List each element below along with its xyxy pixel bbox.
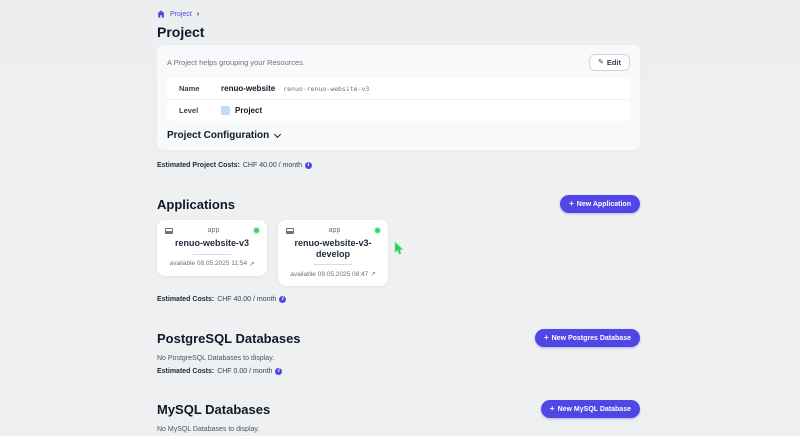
new-postgres-label: New Postgres Database [552,335,631,342]
app-window-icon [286,228,294,234]
project-costs-line: Estimated Project Costs: CHF 40.00 / mon… [157,162,640,169]
postgres-title: PostgreSQL Databases [157,331,301,346]
home-icon[interactable] [157,10,165,18]
edit-button-label: Edit [607,58,621,67]
edit-button[interactable]: ✎ Edit [589,54,630,71]
project-description: A Project helps grouping your Resources. [167,54,305,67]
mysql-title: MySQL Databases [157,402,270,417]
application-cards: app renuo-website-v3 available 08.05.202… [157,220,640,286]
new-postgres-database-button[interactable]: + New Postgres Database [535,329,640,347]
plus-icon: + [544,334,549,342]
page-title: Project [157,24,640,40]
project-name-value: renuo-website [221,84,275,93]
project-costs-label: Estimated Project Costs: [157,162,240,169]
divider [314,264,352,265]
app-available-text: available 09.05.2025 08:47 [290,271,368,278]
applications-costs-value: CHF 40.00 / month [217,296,276,303]
divider [193,254,231,255]
postgres-costs-label: Estimated Costs: [157,368,214,375]
mysql-empty-message: No MySQL Databases to display. [157,426,640,433]
info-icon[interactable]: i [275,368,282,375]
applications-costs-label: Estimated Costs: [157,296,214,303]
chevron-right-icon: › [197,10,200,18]
applications-header: Applications + New Application [157,195,640,213]
attribute-label: Name [179,84,221,93]
applications-title: Applications [157,197,235,212]
project-configuration-toggle[interactable]: Project Configuration [167,130,630,141]
app-available-text: available 08.05.2025 11:54 [169,260,247,267]
main-content: Project › Project A Project helps groupi… [157,0,640,433]
postgres-costs-line: Estimated Costs: CHF 0.00 / month i [157,368,640,375]
plus-icon: + [569,200,574,208]
app-card-renuo-website-v3-develop[interactable]: app renuo-website-v3-develop available 0… [278,220,388,286]
app-type-label: app [329,227,341,234]
app-name: renuo-website-v3-develop [286,238,380,259]
plus-icon: + [550,405,555,413]
project-internal-name: renuo-renuo-website-v3 [283,85,369,93]
attribute-label: Level [179,106,221,115]
postgres-empty-message: No PostgreSQL Databases to display. [157,355,640,362]
status-online-icon [254,228,259,233]
project-card: A Project helps grouping your Resources.… [157,45,640,150]
app-type-label: app [208,227,220,234]
postgres-costs-value: CHF 0.00 / month [217,368,272,375]
project-level-value: Project [235,106,262,115]
status-online-icon [375,228,380,233]
breadcrumb-link-project[interactable]: Project [170,11,192,18]
new-application-label: New Application [577,201,631,208]
info-icon[interactable]: i [279,296,286,303]
project-costs-value: CHF 40.00 / month [243,162,302,169]
project-attributes: Name renuo-website renuo-renuo-website-v… [167,78,630,121]
external-link-icon[interactable]: ↗ [249,260,254,268]
level-badge-icon [221,106,230,115]
new-mysql-database-button[interactable]: + New MySQL Database [541,400,640,418]
new-mysql-label: New MySQL Database [558,406,631,413]
app-name: renuo-website-v3 [165,238,259,249]
external-link-icon[interactable]: ↗ [370,270,375,278]
app-card-renuo-website-v3[interactable]: app renuo-website-v3 available 08.05.202… [157,220,267,276]
project-configuration-label: Project Configuration [167,130,269,141]
breadcrumb: Project › [157,10,640,18]
attribute-row-level: Level Project [167,99,630,121]
applications-costs-line: Estimated Costs: CHF 40.00 / month i [157,296,640,303]
app-window-icon [165,228,173,234]
attribute-row-name: Name renuo-website renuo-renuo-website-v… [167,78,630,99]
chevron-down-icon [274,130,281,137]
mysql-header: MySQL Databases + New MySQL Database [157,400,640,418]
postgres-header: PostgreSQL Databases + New Postgres Data… [157,329,640,347]
pencil-icon: ✎ [598,59,604,66]
new-application-button[interactable]: + New Application [560,195,640,213]
info-icon[interactable]: i [305,162,312,169]
